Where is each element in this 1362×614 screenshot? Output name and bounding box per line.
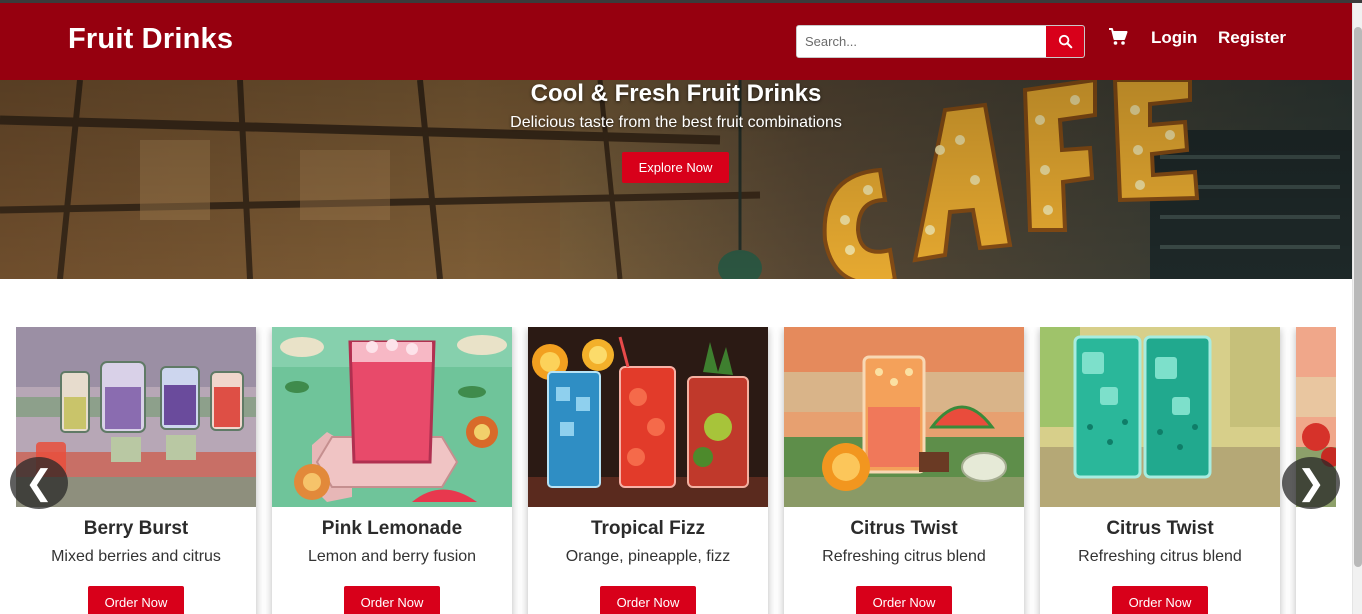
product-image-pink-lemonade (272, 327, 512, 507)
hero-banner: Cool & Fresh Fruit Drinks Delicious tast… (0, 80, 1352, 279)
search-button[interactable] (1046, 26, 1084, 57)
window-top-border (0, 0, 1362, 3)
product-card: Citrus Twist Refreshing citrus blend Ord… (1040, 327, 1280, 614)
order-now-button[interactable]: Order Now (856, 586, 952, 614)
brand-logo[interactable]: Fruit Drinks (68, 23, 233, 56)
login-link[interactable]: Login (1151, 28, 1197, 48)
site-header: Fruit Drinks Login Register (0, 3, 1352, 80)
explore-now-button[interactable]: Explore Now (622, 152, 729, 183)
search-bar (796, 25, 1085, 58)
order-now-button[interactable]: Order Now (1112, 586, 1208, 614)
search-input[interactable] (797, 26, 1047, 57)
search-icon (1058, 34, 1072, 49)
product-description: Orange, pineapple, fizz (565, 548, 731, 565)
carousel-next-button[interactable]: ❯ (1282, 457, 1340, 509)
product-card: Tropical Fizz Orange, pineapple, fizz Or… (528, 327, 768, 614)
product-name: Citrus Twist (850, 518, 958, 539)
product-description: Refreshing citrus blend (1078, 548, 1242, 565)
product-card: Citrus Twist Refreshing citrus blend Ord… (784, 327, 1024, 614)
product-name: Citrus Twist (1106, 518, 1214, 539)
carousel-track: Berry Burst Mixed berries and citrus Ord… (16, 327, 1336, 614)
product-image-citrus-twist (784, 327, 1024, 507)
product-description: Mixed berries and citrus (51, 548, 221, 565)
hero-subtitle: Delicious taste from the best fruit comb… (510, 114, 842, 131)
product-name: Berry Burst (83, 518, 189, 539)
product-card: Pink Lemonade Lemon and berry fusion Ord… (272, 327, 512, 614)
page: Fruit Drinks Login Register (0, 0, 1362, 614)
order-now-button[interactable]: Order Now (600, 586, 696, 614)
register-link[interactable]: Register (1218, 28, 1286, 48)
page-scrollbar[interactable] (1352, 3, 1362, 614)
product-name: Tropical Fizz (590, 518, 706, 539)
product-carousel: Berry Burst Mixed berries and citrus Ord… (0, 279, 1352, 614)
scrollbar-thumb[interactable] (1354, 27, 1362, 567)
carousel-prev-button[interactable]: ❮ (10, 457, 68, 509)
order-now-button[interactable]: Order Now (344, 586, 440, 614)
product-image-tropical-fizz (528, 327, 768, 507)
product-description: Lemon and berry fusion (307, 548, 477, 565)
hero-title: Cool & Fresh Fruit Drinks (530, 80, 822, 107)
product-description: Refreshing citrus blend (822, 548, 986, 565)
order-now-button[interactable]: Order Now (88, 586, 184, 614)
product-name: Pink Lemonade (321, 518, 463, 539)
product-image-citrus-twist (1040, 327, 1280, 507)
cart-icon[interactable] (1108, 27, 1128, 47)
